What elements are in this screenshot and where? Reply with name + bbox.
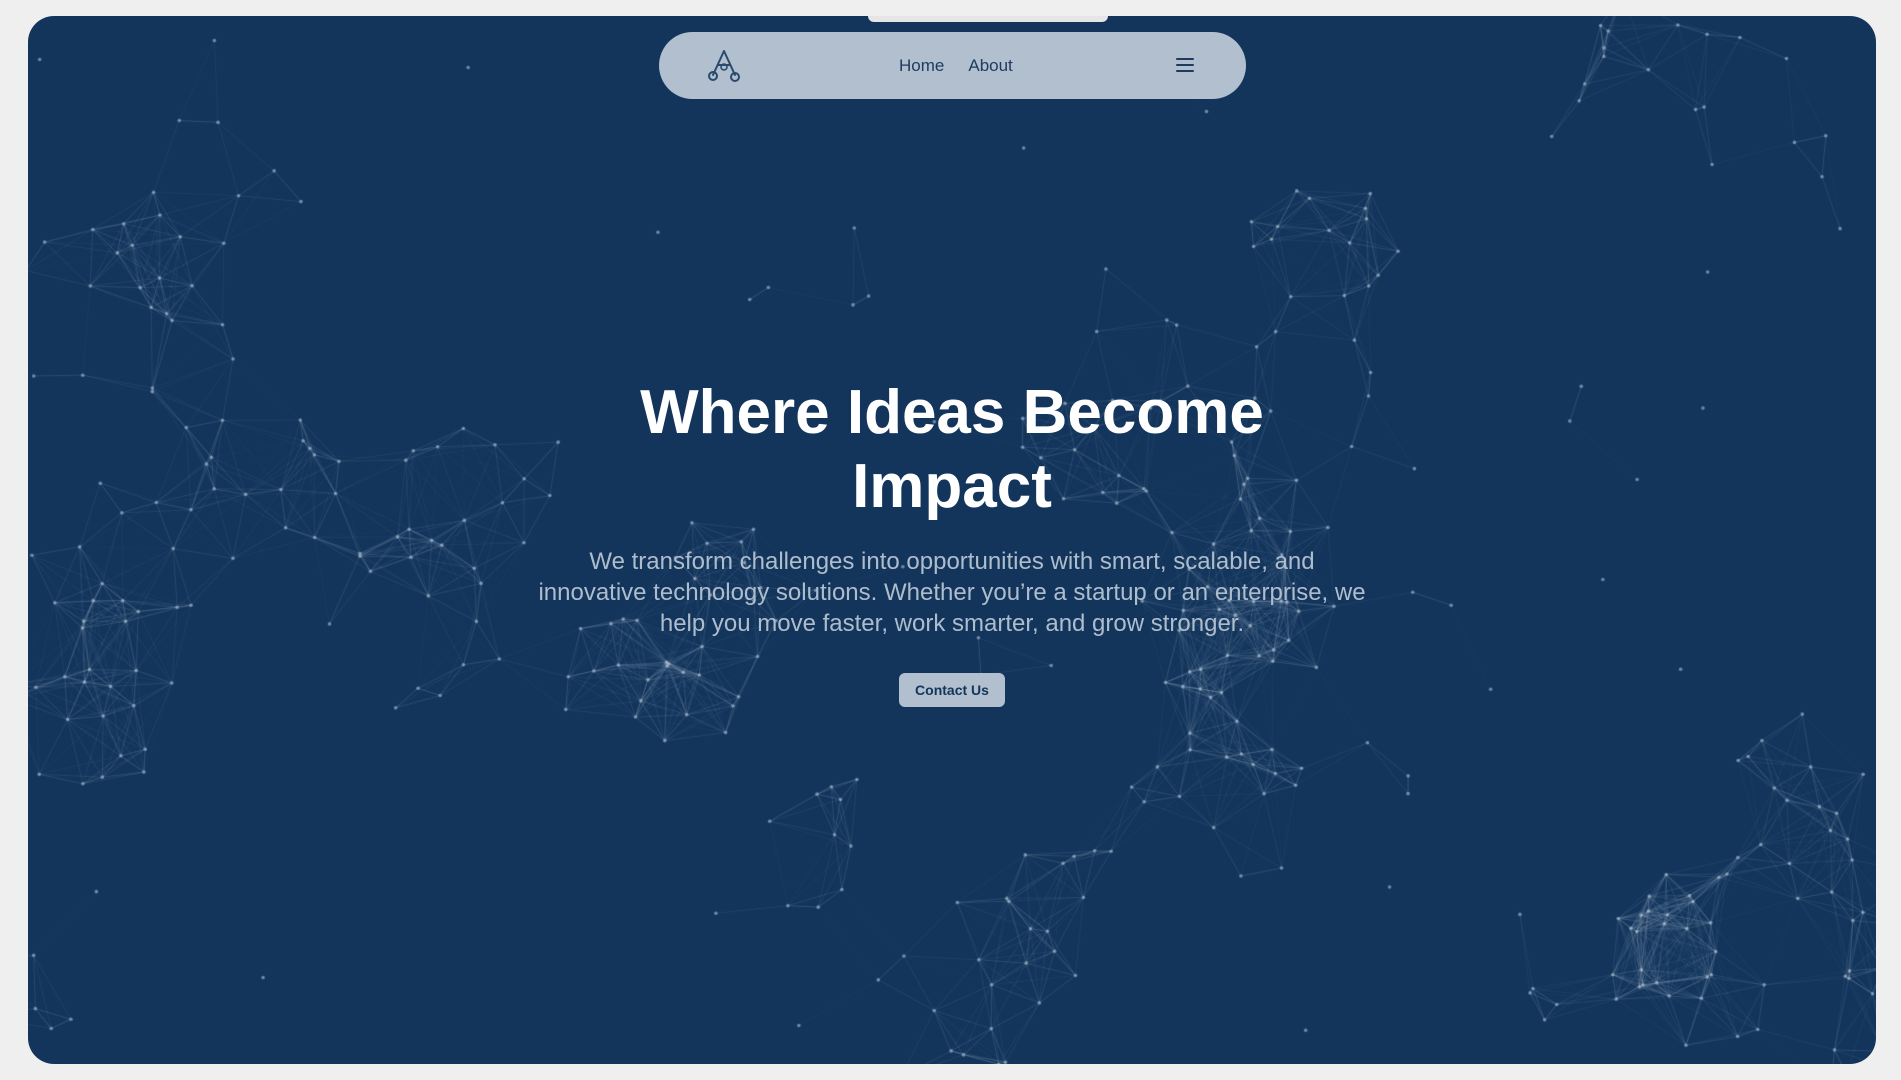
contact-us-button[interactable]: Contact Us [899,673,1005,707]
navbar: Home About [659,32,1246,99]
hero-subtitle: We transform challenges into opportuniti… [538,548,1366,637]
nav-link-home[interactable]: Home [899,56,944,76]
nav-link-about[interactable]: About [968,56,1012,76]
hero-frame: Home About Where Ideas Become Impact We … [28,16,1876,1064]
top-edge [868,16,1108,22]
hero-section: Where Ideas Become Impact We transform c… [28,376,1876,707]
hamburger-menu-icon[interactable] [1174,54,1198,76]
nav-links: Home About [899,32,1013,99]
abstract-a-logo-icon[interactable] [707,48,741,84]
hero-title: Where Ideas Become Impact [640,378,1264,521]
